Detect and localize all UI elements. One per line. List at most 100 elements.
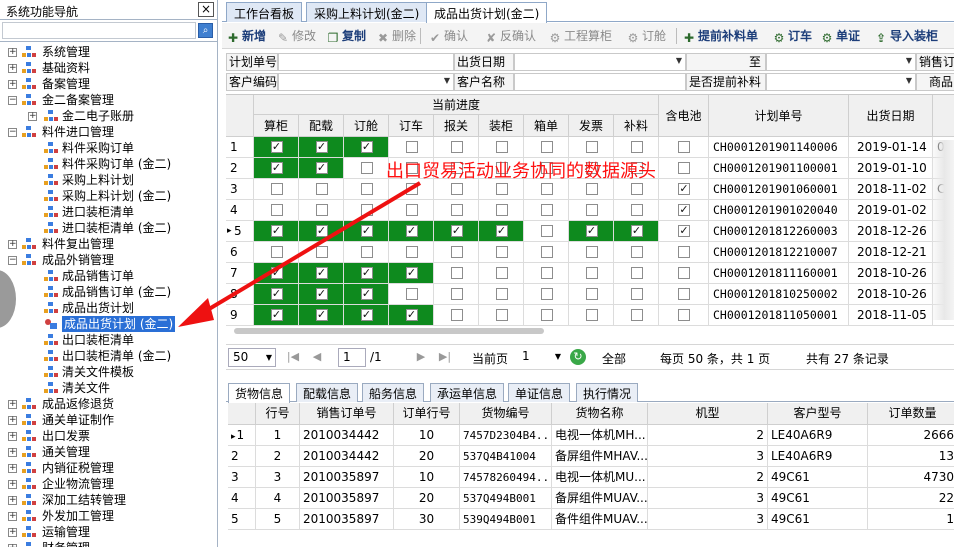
detail-cell-sol[interactable]: 30: [394, 509, 460, 530]
progress-checkbox[interactable]: [270, 225, 283, 237]
progress-cell[interactable]: [299, 158, 344, 179]
detail-cell-name[interactable]: 备件组件MUAV...: [552, 509, 648, 530]
progress-checkbox[interactable]: [450, 141, 463, 153]
tab-dashboard[interactable]: 工作台看板: [226, 2, 303, 22]
progress-cell[interactable]: [344, 137, 389, 158]
progress-cell[interactable]: [434, 221, 479, 242]
detail-row-header[interactable]: 5: [228, 509, 256, 530]
progress-checkbox[interactable]: [585, 204, 598, 216]
progress-cell[interactable]: [344, 242, 389, 263]
detail-cell-code[interactable]: 537Q494B001: [460, 488, 552, 509]
progress-cell[interactable]: [569, 284, 614, 305]
progress-checkbox[interactable]: [270, 141, 283, 153]
progress-cell[interactable]: [389, 263, 434, 284]
next-page-icon[interactable]: ▶: [414, 349, 428, 365]
progress-cell[interactable]: [389, 242, 434, 263]
progress-cell[interactable]: [254, 242, 299, 263]
progress-checkbox[interactable]: [360, 267, 373, 279]
progress-cell[interactable]: [569, 200, 614, 221]
progress-cell[interactable]: [434, 200, 479, 221]
nav-item[interactable]: 成品出货计划 (金二): [0, 316, 217, 332]
nav-item[interactable]: +财务管理: [0, 540, 217, 547]
toolbar-button-0[interactable]: ✚ 新增: [226, 27, 266, 45]
refresh-icon[interactable]: ↻: [570, 349, 586, 365]
expand-icon[interactable]: +: [8, 64, 17, 73]
progress-cell[interactable]: [569, 242, 614, 263]
detail-cell-model[interactable]: 2: [648, 467, 768, 488]
expand-icon[interactable]: +: [8, 528, 17, 537]
nav-item[interactable]: + 通关管理: [0, 444, 217, 460]
detail-cell-line[interactable]: 4: [256, 488, 300, 509]
progress-cell[interactable]: [524, 137, 569, 158]
progress-cell[interactable]: [299, 137, 344, 158]
progress-checkbox[interactable]: [270, 183, 283, 195]
nav-item[interactable]: − 成品外销管理: [0, 252, 217, 268]
detail-cell-cust[interactable]: 49C61: [768, 467, 868, 488]
prev-page-icon[interactable]: ◀: [310, 349, 324, 365]
detail-cell-name[interactable]: 电视一体机MU...: [552, 467, 648, 488]
ship-date-cell[interactable]: 2018-10-26: [849, 284, 933, 305]
battery-cell[interactable]: [659, 200, 709, 221]
nav-item[interactable]: + 系统管理: [0, 44, 217, 60]
detail-row-header[interactable]: 2: [228, 446, 256, 467]
battery-cell[interactable]: [659, 221, 709, 242]
progress-cell[interactable]: [434, 305, 479, 326]
row-header[interactable]: 6: [226, 242, 254, 263]
progress-checkbox[interactable]: [540, 309, 553, 321]
progress-checkbox[interactable]: [630, 267, 643, 279]
progress-cell[interactable]: [389, 137, 434, 158]
progress-cell[interactable]: [434, 284, 479, 305]
nav-item[interactable]: 采购上料计划 (金二): [0, 188, 217, 204]
detail-cell-line[interactable]: 3: [256, 467, 300, 488]
toolbar-button-4[interactable]: ✔ 确认: [428, 27, 468, 45]
toolbar-button-6[interactable]: ⚙ 工程算柜: [548, 27, 612, 45]
detail-cell-line[interactable]: 1: [256, 425, 300, 446]
progress-checkbox[interactable]: [630, 204, 643, 216]
nav-item[interactable]: + 基础资料: [0, 60, 217, 76]
nav-item[interactable]: + 深加工结转管理: [0, 492, 217, 508]
detail-tab-3[interactable]: 承运单信息: [430, 383, 505, 402]
detail-cell-code[interactable]: 74578260494...: [460, 467, 552, 488]
nav-item[interactable]: + 成品返修退货: [0, 396, 217, 412]
battery-cell[interactable]: [659, 263, 709, 284]
progress-cell[interactable]: [614, 242, 659, 263]
ship-date-cell[interactable]: 2019-01-02: [849, 200, 933, 221]
toolbar-button-9[interactable]: ⚙ 订车: [772, 27, 812, 45]
column-header-plan-no[interactable]: 计划单号: [709, 95, 849, 137]
progress-checkbox[interactable]: [405, 204, 418, 216]
ship-date-to[interactable]: [766, 53, 916, 71]
progress-checkbox[interactable]: [540, 225, 553, 237]
nav-item[interactable]: 采购上料计划: [0, 172, 217, 188]
progress-checkbox[interactable]: [630, 246, 643, 258]
detail-cell-cust[interactable]: 49C61: [768, 509, 868, 530]
progress-checkbox[interactable]: [450, 183, 463, 195]
progress-checkbox[interactable]: [405, 309, 418, 321]
progress-cell[interactable]: [344, 305, 389, 326]
progress-checkbox[interactable]: [585, 225, 598, 237]
detail-cell-so[interactable]: 2010035897: [300, 509, 394, 530]
progress-checkbox[interactable]: [540, 204, 553, 216]
battery-checkbox[interactable]: [678, 141, 690, 153]
collapse-icon[interactable]: −: [8, 128, 17, 137]
progress-checkbox[interactable]: [405, 267, 418, 279]
column-header-progress[interactable]: 订车: [389, 115, 434, 137]
progress-cell[interactable]: [254, 305, 299, 326]
detail-column-header[interactable]: 订单数量: [868, 403, 954, 425]
expand-icon[interactable]: +: [8, 400, 17, 409]
row-header[interactable]: 3: [226, 179, 254, 200]
current-page-select[interactable]: 1 ▼: [518, 348, 564, 367]
progress-checkbox[interactable]: [315, 267, 328, 279]
ship-date-cell[interactable]: 2019-01-14: [849, 137, 933, 158]
nav-item[interactable]: + 内销征税管理: [0, 460, 217, 476]
progress-checkbox[interactable]: [315, 288, 328, 300]
detail-cell-cust[interactable]: LE40A6R9: [768, 446, 868, 467]
plan-no-cell[interactable]: CH0001201901060001: [709, 179, 849, 200]
row-header[interactable]: 8: [226, 284, 254, 305]
detail-cell-qty[interactable]: 1: [868, 509, 954, 530]
detail-column-header[interactable]: 订单行号: [394, 403, 460, 425]
ship-date-cell[interactable]: 2018-10-26: [849, 263, 933, 284]
progress-cell[interactable]: [479, 284, 524, 305]
battery-checkbox[interactable]: [678, 267, 690, 279]
progress-checkbox[interactable]: [540, 246, 553, 258]
progress-checkbox[interactable]: [315, 162, 328, 174]
